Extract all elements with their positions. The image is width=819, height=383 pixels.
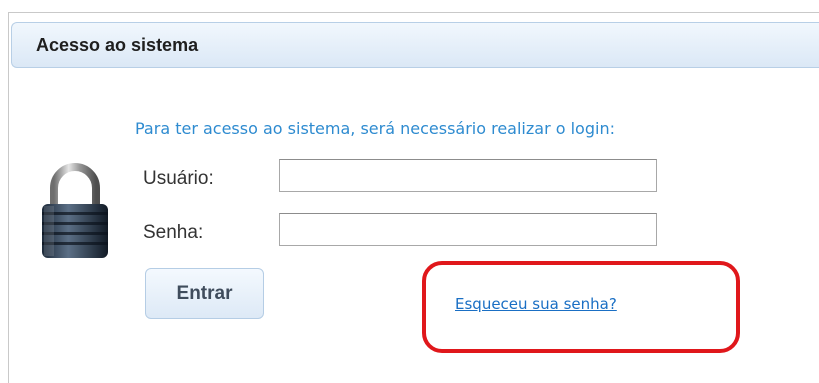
username-label: Usuário: bbox=[143, 168, 214, 189]
password-input[interactable] bbox=[279, 213, 657, 246]
enter-button[interactable]: Entrar bbox=[145, 268, 264, 319]
page-frame: Acesso ao sistema Para ter acesso ao sis… bbox=[0, 0, 819, 383]
forgot-password-link[interactable]: Esqueceu sua senha? bbox=[455, 295, 617, 313]
password-label: Senha: bbox=[143, 222, 204, 243]
username-input[interactable] bbox=[279, 159, 657, 192]
login-instruction: Para ter acesso ao sistema, será necessá… bbox=[135, 119, 615, 138]
panel-title: Acesso ao sistema bbox=[36, 35, 199, 55]
padlock-icon bbox=[42, 163, 108, 258]
